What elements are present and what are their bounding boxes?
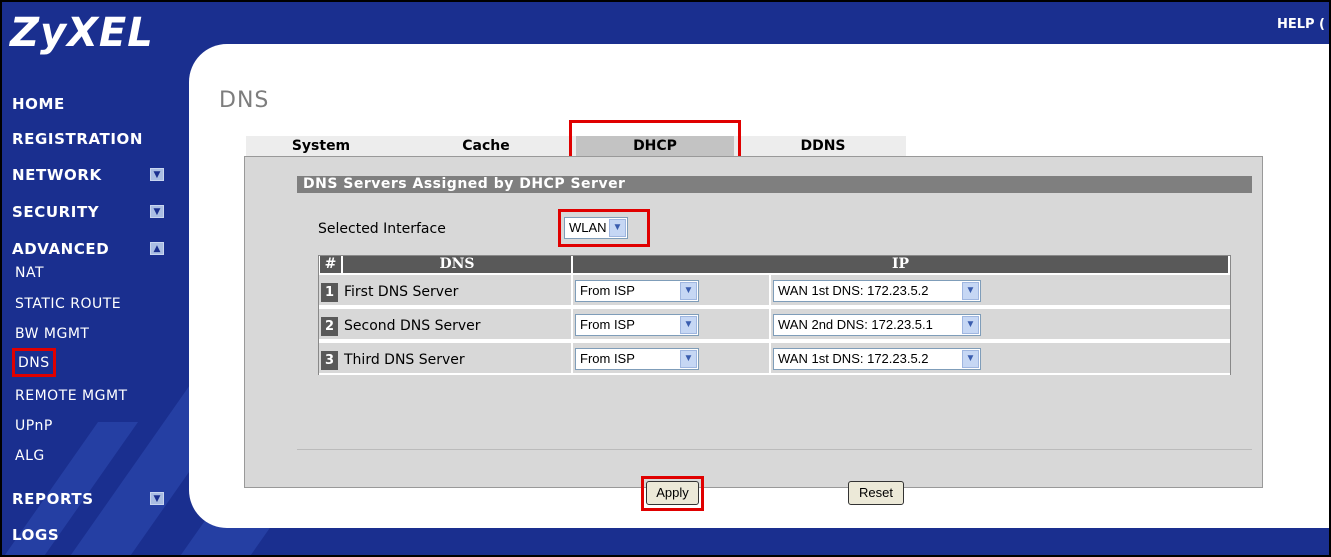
nav-alg[interactable]: ALG — [15, 448, 45, 464]
cell-divider — [769, 309, 771, 341]
col-header-ip: IP — [573, 256, 1228, 273]
apply-button[interactable]: Apply — [646, 481, 699, 505]
nav-reports[interactable]: REPORTS — [12, 490, 94, 508]
nav-upnp[interactable]: UPnP — [15, 418, 53, 434]
dns-server-name: Third DNS Server — [344, 352, 465, 368]
section-divider — [297, 449, 1252, 450]
dns-ip-value: WAN 2nd DNS: 172.23.5.1 — [778, 317, 933, 332]
interface-select[interactable]: WLAN ▼ — [564, 217, 628, 239]
nav-network[interactable]: NETWORK — [12, 166, 102, 184]
nav-logs[interactable]: LOGS — [12, 526, 59, 544]
dns-server-name: First DNS Server — [344, 284, 459, 300]
dns-source-value: From ISP — [580, 317, 635, 332]
dropdown-arrow-icon: ▼ — [962, 316, 979, 334]
nav-security[interactable]: SECURITY — [12, 203, 99, 221]
tab-ddns[interactable]: DDNS — [744, 136, 902, 156]
dns-source-select[interactable]: From ISP ▼ — [575, 280, 699, 302]
table-row: 1 First DNS Server From ISP ▼ WAN 1st DN… — [319, 275, 1230, 307]
nav-static-route[interactable]: STATIC ROUTE — [15, 296, 121, 312]
cell-divider — [571, 275, 573, 307]
reset-button[interactable]: Reset — [848, 481, 904, 505]
dropdown-arrow-icon: ▼ — [962, 282, 979, 300]
tab-cache[interactable]: Cache — [406, 136, 566, 156]
nav-home[interactable]: HOME — [12, 95, 65, 113]
zyxel-logo: ZyXEL — [10, 10, 154, 56]
help-link[interactable]: HELP ( — [1277, 17, 1325, 32]
cell-divider — [571, 309, 573, 341]
row-number: 1 — [321, 283, 338, 302]
dns-ip-select[interactable]: WAN 1st DNS: 172.23.5.2 ▼ — [773, 348, 981, 370]
dns-dhcp-panel: DNS Servers Assigned by DHCP Server Sele… — [244, 156, 1263, 511]
cell-divider — [769, 343, 771, 375]
col-header-num: # — [320, 256, 341, 273]
dns-source-value: From ISP — [580, 351, 635, 366]
tab-bar: System Cache DHCP DDNS — [246, 136, 906, 156]
dns-table: # DNS IP 1 First DNS Server From ISP ▼ W… — [318, 255, 1231, 375]
chevron-down-icon[interactable]: ▼ — [150, 492, 164, 505]
selected-interface-label: Selected Interface — [318, 221, 446, 237]
router-admin-window: ZyXEL HELP ( HOME REGISTRATION NETWORK ▼… — [0, 0, 1331, 557]
page-title: DNS — [219, 88, 270, 113]
tab-system[interactable]: System — [246, 136, 396, 156]
chevron-down-icon[interactable]: ▼ — [150, 205, 164, 218]
cell-divider — [571, 343, 573, 375]
dropdown-arrow-icon: ▼ — [680, 316, 697, 334]
row-number: 3 — [321, 351, 338, 370]
dropdown-arrow-icon: ▼ — [680, 282, 697, 300]
dropdown-arrow-icon: ▼ — [962, 350, 979, 368]
dropdown-arrow-icon: ▼ — [609, 219, 626, 237]
nav-bw-mgmt[interactable]: BW MGMT — [15, 326, 89, 342]
cell-divider — [769, 275, 771, 307]
dns-source-select[interactable]: From ISP ▼ — [575, 348, 699, 370]
interface-select-value: WLAN — [569, 220, 607, 235]
chevron-down-icon[interactable]: ▼ — [150, 168, 164, 181]
dns-ip-value: WAN 1st DNS: 172.23.5.2 — [778, 351, 929, 366]
dns-source-value: From ISP — [580, 283, 635, 298]
dns-server-name: Second DNS Server — [344, 318, 481, 334]
nav-advanced[interactable]: ADVANCED — [12, 240, 109, 258]
nav-nat[interactable]: NAT — [15, 265, 44, 281]
section-title: DNS Servers Assigned by DHCP Server — [297, 176, 1252, 193]
dns-ip-select[interactable]: WAN 2nd DNS: 172.23.5.1 ▼ — [773, 314, 981, 336]
dns-ip-value: WAN 1st DNS: 172.23.5.2 — [778, 283, 929, 298]
dns-source-select[interactable]: From ISP ▼ — [575, 314, 699, 336]
nav-registration[interactable]: REGISTRATION — [12, 130, 143, 148]
chevron-up-icon[interactable]: ▲ — [150, 242, 164, 255]
nav-remote-mgmt[interactable]: REMOTE MGMT — [15, 388, 128, 404]
table-row: 2 Second DNS Server From ISP ▼ WAN 2nd D… — [319, 309, 1230, 341]
dns-ip-select[interactable]: WAN 1st DNS: 172.23.5.2 ▼ — [773, 280, 981, 302]
dropdown-arrow-icon: ▼ — [680, 350, 697, 368]
main-content: DNS System Cache DHCP DDNS DNS Servers A… — [189, 44, 1329, 528]
row-number: 2 — [321, 317, 338, 336]
tab-dhcp[interactable]: DHCP — [576, 136, 734, 156]
table-row: 3 Third DNS Server From ISP ▼ WAN 1st DN… — [319, 343, 1230, 375]
nav-dns[interactable]: DNS — [12, 348, 56, 377]
col-header-dns: DNS — [343, 256, 571, 273]
